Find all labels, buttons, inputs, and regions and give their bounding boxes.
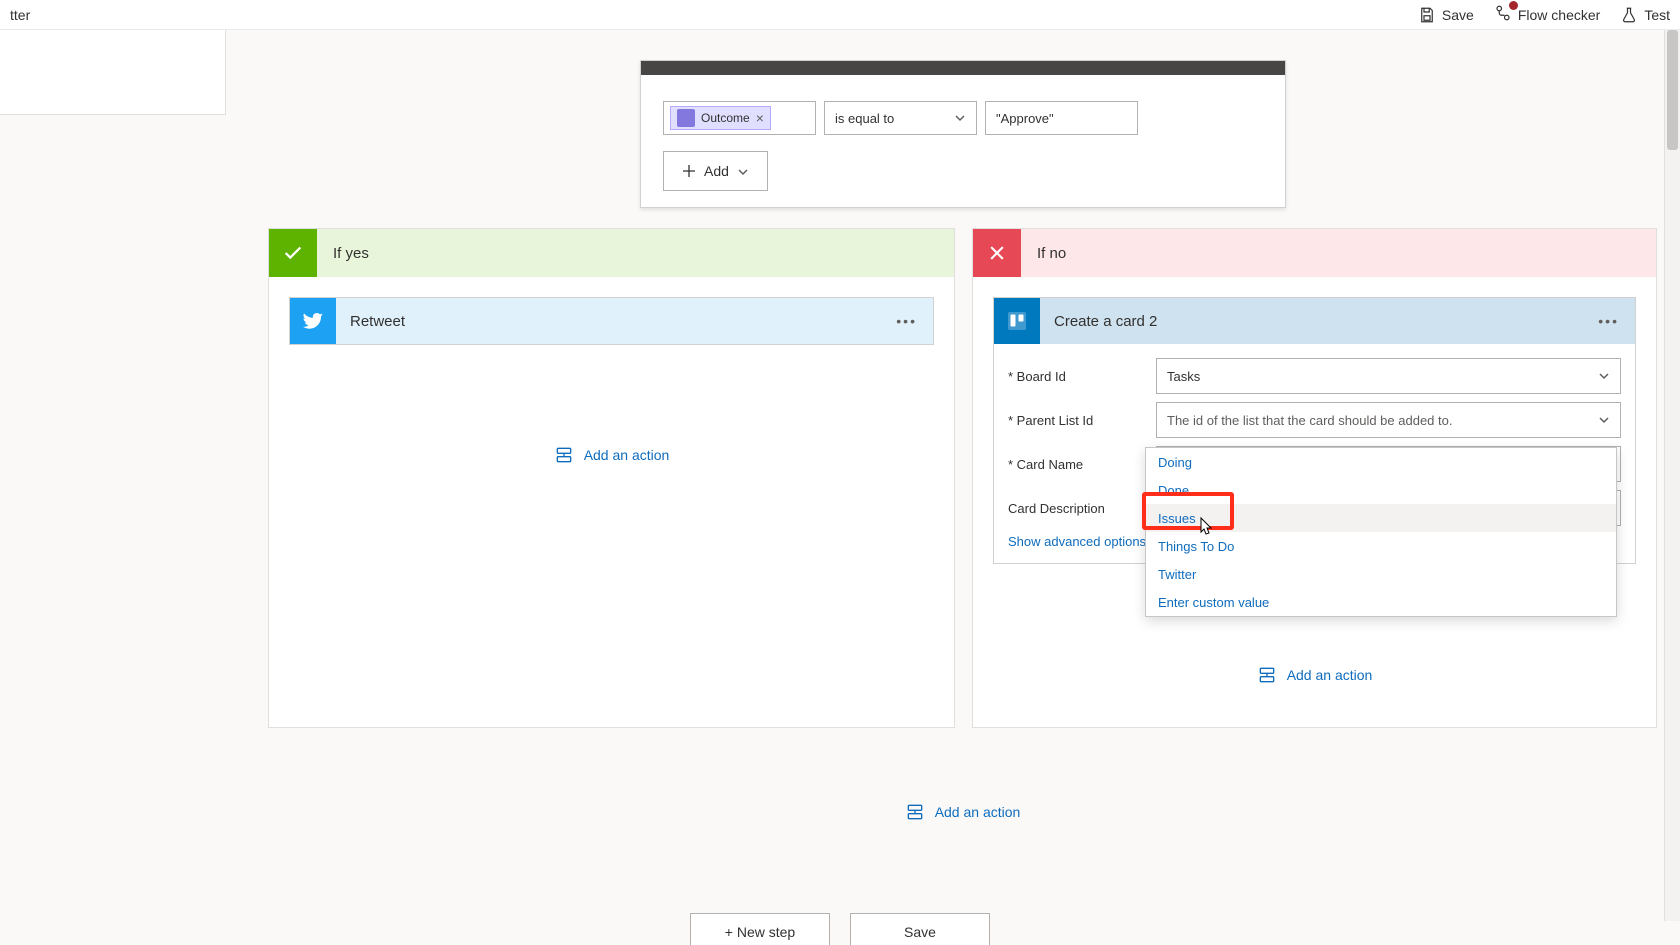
- field-label: * Board Id: [1008, 369, 1148, 384]
- chip-label: Outcome: [701, 111, 750, 125]
- check-icon: [269, 229, 317, 277]
- dropdown-item-things-to-do[interactable]: Things To Do: [1146, 532, 1616, 560]
- parent-list-dropdown: Doing Done Issues Things To Do Twitter E…: [1145, 447, 1617, 617]
- toolbar-actions: Save Flow checker Test: [1418, 4, 1670, 25]
- test-label: Test: [1644, 7, 1670, 23]
- twitter-icon: [290, 298, 336, 344]
- save-icon: [1418, 6, 1436, 24]
- chevron-down-icon: [1598, 414, 1610, 426]
- side-panel-stub: [0, 30, 226, 115]
- branch-yes: If yes Retweet •••: [268, 228, 955, 728]
- branch-yes-header[interactable]: If yes: [269, 229, 954, 277]
- condition-value-input[interactable]: "Approve": [985, 101, 1138, 135]
- retweet-title: Retweet: [350, 313, 876, 330]
- condition-card: Outcome × is equal to "Approve" Add: [640, 60, 1286, 208]
- flow-checker-icon: [1494, 4, 1512, 25]
- create-card-title: Create a card 2: [1054, 313, 1578, 330]
- dynamic-content-icon: [677, 109, 695, 127]
- add-action-main[interactable]: Add an action: [268, 792, 1657, 832]
- branch-no-title: If no: [1037, 245, 1066, 262]
- field-board-id: * Board Id Tasks: [1008, 356, 1621, 396]
- save-label: Save: [1442, 7, 1474, 23]
- condition-row: Outcome × is equal to "Approve": [663, 101, 1263, 135]
- condition-left-operand[interactable]: Outcome ×: [663, 101, 816, 135]
- show-advanced-link[interactable]: Show advanced options: [1008, 534, 1164, 549]
- dropdown-item-issues[interactable]: Issues: [1146, 504, 1616, 532]
- test-button[interactable]: Test: [1620, 6, 1670, 24]
- chevron-down-icon: [1598, 370, 1610, 382]
- dynamic-chip-outcome[interactable]: Outcome ×: [670, 106, 771, 130]
- save-button[interactable]: Save: [1418, 6, 1474, 24]
- create-card-header[interactable]: Create a card 2 •••: [994, 298, 1635, 344]
- chevron-down-icon: [954, 112, 966, 124]
- condition-titlebar[interactable]: [641, 61, 1285, 75]
- breadcrumb-text: tter: [10, 7, 30, 23]
- card-menu-button[interactable]: •••: [890, 309, 923, 333]
- add-action-no-label: Add an action: [1287, 667, 1373, 683]
- add-action-yes[interactable]: Add an action: [268, 435, 955, 475]
- operator-label: is equal to: [835, 111, 894, 126]
- close-icon: [973, 229, 1021, 277]
- parent-list-placeholder: The id of the list that the card should …: [1167, 413, 1452, 428]
- add-action-main-label: Add an action: [935, 804, 1021, 820]
- branch-no-header[interactable]: If no: [973, 229, 1656, 277]
- dropdown-item-custom[interactable]: Enter custom value: [1146, 588, 1616, 616]
- field-label: * Card Name: [1008, 457, 1148, 472]
- condition-operator-select[interactable]: is equal to: [824, 101, 977, 135]
- condition-body: Outcome × is equal to "Approve" Add: [641, 75, 1285, 207]
- new-step-button[interactable]: + New step: [690, 913, 830, 945]
- chip-remove[interactable]: ×: [756, 110, 764, 126]
- branch-yes-title: If yes: [333, 245, 369, 262]
- add-label: Add: [704, 163, 729, 179]
- field-label: * Parent List Id: [1008, 413, 1148, 428]
- add-action-icon: [1257, 665, 1277, 685]
- field-parent-list: * Parent List Id The id of the list that…: [1008, 400, 1621, 440]
- add-action-yes-label: Add an action: [584, 447, 670, 463]
- parent-list-select[interactable]: The id of the list that the card should …: [1156, 402, 1621, 438]
- retweet-header[interactable]: Retweet •••: [290, 298, 933, 344]
- canvas: Outcome × is equal to "Approve" Add: [0, 30, 1680, 945]
- value-text: "Approve": [996, 111, 1054, 126]
- plus-icon: [682, 164, 696, 178]
- scrollbar-thumb[interactable]: [1667, 30, 1678, 150]
- board-id-value: Tasks: [1167, 369, 1200, 384]
- board-id-select[interactable]: Tasks: [1156, 358, 1621, 394]
- flask-icon: [1620, 6, 1638, 24]
- add-action-icon: [554, 445, 574, 465]
- retweet-card: Retweet •••: [289, 297, 934, 345]
- footer-save-button[interactable]: Save: [850, 913, 990, 945]
- add-action-no[interactable]: Add an action: [972, 655, 1657, 695]
- chevron-down-icon: [737, 165, 749, 177]
- vertical-scrollbar[interactable]: [1664, 30, 1680, 921]
- workspace: Outcome × is equal to "Approve" Add: [0, 30, 1680, 945]
- footer-buttons: + New step Save: [0, 913, 1680, 945]
- dropdown-item-twitter[interactable]: Twitter: [1146, 560, 1616, 588]
- top-toolbar: tter Save Flow checker Test: [0, 0, 1680, 30]
- field-label: Card Description: [1008, 501, 1148, 516]
- dropdown-item-doing[interactable]: Doing: [1146, 448, 1616, 476]
- trello-icon: [994, 298, 1040, 344]
- flow-checker-button[interactable]: Flow checker: [1494, 4, 1600, 25]
- adv-link-text: Show advanced options: [1008, 534, 1146, 549]
- flow-checker-label: Flow checker: [1518, 7, 1600, 23]
- breadcrumb: tter: [10, 7, 30, 23]
- condition-add-button[interactable]: Add: [663, 151, 768, 191]
- card-menu-button[interactable]: •••: [1592, 309, 1625, 333]
- add-action-icon: [905, 802, 925, 822]
- dropdown-item-done[interactable]: Done: [1146, 476, 1616, 504]
